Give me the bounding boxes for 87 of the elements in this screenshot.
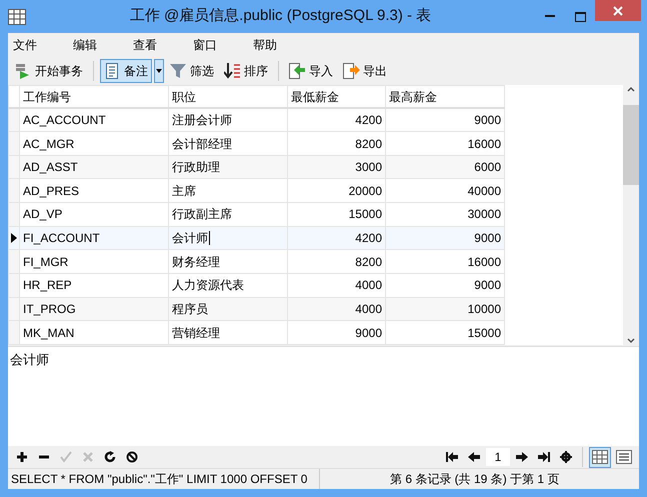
table-cell: 4000: [288, 274, 386, 298]
sort-button[interactable]: 排序: [220, 59, 272, 83]
table-cell: 程序员: [168, 297, 288, 321]
filter-icon: [170, 63, 187, 79]
page-field[interactable]: 1: [486, 448, 510, 466]
close-icon: [613, 6, 623, 16]
add-icon: [16, 451, 28, 463]
table-cell: 3000: [288, 155, 386, 179]
table-cell: FI_ACCOUNT: [20, 226, 168, 250]
table-cell: 注册会计师: [168, 108, 288, 132]
scroll-down-icon[interactable]: [626, 337, 636, 345]
table-cell: 会计师: [168, 226, 288, 250]
table-cell: 9000: [386, 226, 504, 250]
table-cell: 会计部经理: [168, 132, 288, 156]
table-cell: 主席: [168, 178, 288, 203]
table-icon: [8, 8, 26, 24]
filter-button[interactable]: 筛选: [166, 59, 218, 83]
x-icon: [82, 451, 94, 463]
window-title: 工作 @雇员信息.public (PostgreSQL 9.3) - 表: [128, 6, 432, 26]
menu-item[interactable]: 查看: [128, 36, 188, 54]
scroll-up-icon[interactable]: [626, 85, 636, 93]
caret-icon: [156, 69, 162, 73]
form-view-icon: [616, 450, 632, 464]
table-cell: 40000: [386, 178, 504, 203]
memo-button[interactable]: 备注: [100, 59, 152, 83]
check-icon: [60, 451, 72, 463]
table-cell: AC_ACCOUNT: [20, 108, 168, 132]
grid-view-button[interactable]: [589, 446, 611, 468]
export-button[interactable]: 导出: [339, 59, 391, 83]
table-cell: 15000: [386, 320, 504, 344]
table-cell: 16000: [386, 132, 504, 156]
menu-item[interactable]: 窗口: [188, 36, 248, 54]
table-cell: 30000: [386, 202, 504, 226]
menu-item[interactable]: 文件: [8, 36, 68, 54]
minimize-icon: [545, 15, 555, 18]
table-cell: 4000: [288, 297, 386, 321]
column-header[interactable]: 工作编号: [20, 86, 168, 108]
table-cell: 行政助理: [168, 155, 288, 179]
refresh-icon: [104, 451, 116, 463]
table-cell: 20000: [288, 178, 386, 203]
scrollbar-thumb[interactable]: [623, 105, 639, 185]
table-cell: IT_PROG: [20, 297, 168, 321]
import-icon: [289, 63, 306, 79]
table-cell: 8200: [288, 250, 386, 274]
table-cell: 16000: [386, 250, 504, 274]
table-cell: MK_MAN: [20, 320, 168, 344]
sql-status: SELECT * FROM "public"."工作" LIMIT 1000 OFFSET 0: [8, 469, 320, 489]
table-cell: AC_MGR: [20, 132, 168, 156]
menu-item[interactable]: 编辑: [68, 36, 128, 54]
table-cell: AD_VP: [20, 202, 168, 226]
table-cell: HR_REP: [20, 274, 168, 298]
table-cell: 行政副主席: [168, 202, 288, 226]
column-header[interactable]: 最低薪金: [288, 86, 386, 108]
close-button[interactable]: [595, 0, 641, 21]
table-cell: 财务经理: [168, 250, 288, 274]
stop-icon: [126, 451, 138, 463]
table-cell: AD_PRES: [20, 178, 168, 203]
table-cell: 9000: [288, 320, 386, 344]
transaction-button[interactable]: 开始事务: [11, 59, 87, 83]
import-button[interactable]: 导入: [285, 59, 337, 83]
table-cell: 9000: [386, 108, 504, 132]
left-arrow-icon: [468, 451, 480, 463]
memo-field[interactable]: 会计师: [8, 346, 639, 446]
table-cell: 4200: [288, 108, 386, 132]
table-cell: 人力资源代表: [168, 274, 288, 298]
table-cell: FI_MGR: [20, 250, 168, 274]
record-status: 第 6 条记录 (共 19 条) 于第 1 页: [389, 471, 560, 488]
table-cell: 4200: [288, 226, 386, 250]
sort-icon: [224, 63, 241, 79]
table-cell: 6000: [386, 155, 504, 179]
table-cell: 8200: [288, 132, 386, 156]
table-cell: 9000: [386, 274, 504, 298]
grid-view-icon: [592, 450, 608, 464]
table-cell: 营销经理: [168, 320, 288, 344]
last-page-icon: [538, 451, 550, 463]
table-cell: AD_ASST: [20, 155, 168, 179]
export-icon: [343, 63, 360, 79]
right-arrow-icon: [516, 451, 528, 463]
document-icon: [104, 63, 121, 79]
table-cell: 10000: [386, 297, 504, 321]
maximize-icon: [574, 12, 586, 22]
column-header[interactable]: 最高薪金: [386, 86, 504, 108]
menu-item[interactable]: 帮助: [248, 36, 308, 54]
first-page-icon: [446, 451, 458, 463]
column-header[interactable]: 职位: [168, 86, 288, 108]
table-cell: 15000: [288, 202, 386, 226]
dropdown-button[interactable]: [154, 59, 164, 83]
